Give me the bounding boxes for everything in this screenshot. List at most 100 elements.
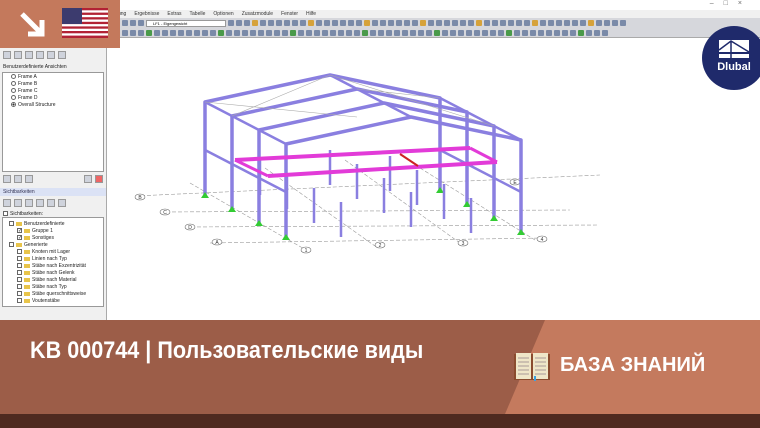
checkbox[interactable] [17,298,22,303]
toolbar-icon[interactable] [354,30,360,36]
toolbar-icon[interactable] [538,30,544,36]
toolbar-icon[interactable] [372,20,378,26]
tool-icon[interactable] [47,51,55,59]
toolbar-icon[interactable] [138,20,144,26]
toolbar-icon[interactable] [546,30,552,36]
tree-item[interactable]: Linien nach Typ [3,255,103,262]
radio-button[interactable] [11,74,16,79]
view-icon[interactable] [25,175,33,183]
loadcase-select[interactable]: LF1 - Eigengewicht [146,19,226,27]
tree-item[interactable]: Stäbe nach Exzentrizität [3,262,103,269]
toolbar-icon[interactable] [228,20,234,26]
add-view-icon[interactable] [3,175,11,183]
toolbar-icon[interactable] [324,20,330,26]
view-option[interactable]: Frame C [3,87,103,94]
toolbar-icon[interactable] [274,30,280,36]
menu-item[interactable]: Extras [167,11,181,17]
toolbar-icon[interactable] [492,20,498,26]
toolbar-icon[interactable] [394,30,400,36]
toolbar-icon[interactable] [314,30,320,36]
toolbar-icon[interactable] [460,20,466,26]
tool-icon[interactable] [25,51,33,59]
toolbar-icon[interactable] [588,20,594,26]
menu-item[interactable]: Hilfe [306,11,316,17]
window-controls[interactable]: –□× [710,0,752,7]
toolbar-icon[interactable] [322,30,328,36]
toolbar-icon[interactable] [490,30,496,36]
toolbar-icon[interactable] [242,30,248,36]
tree-item[interactable]: Stäbe querschnittsweise [3,290,103,297]
toolbar-icon[interactable] [572,20,578,26]
toolbar-icon[interactable] [356,20,362,26]
tool-icon[interactable] [25,199,33,207]
radio-button[interactable] [11,102,16,107]
toolbar-icon[interactable] [604,20,610,26]
toolbar-icon[interactable] [338,30,344,36]
tool-icon[interactable] [36,51,44,59]
tree-item[interactable]: Benutzerdefinierte [3,220,103,227]
toolbar-icon[interactable] [514,30,520,36]
toolbar-icon[interactable] [292,20,298,26]
toolbar-icon[interactable] [202,30,208,36]
toolbar-icon[interactable] [130,30,136,36]
toolbar-icon[interactable] [506,30,512,36]
toolbar-icon[interactable] [346,30,352,36]
us-flag-icon[interactable] [62,8,108,38]
toolbar-icon[interactable] [530,30,536,36]
menu-item[interactable]: Zusatzmodule [242,11,273,17]
toolbar-icon[interactable] [364,20,370,26]
tree-item[interactable]: Stäbe nach Typ [3,283,103,290]
toolbar-icon[interactable] [586,30,592,36]
checkbox[interactable] [9,242,14,247]
toolbar-icon[interactable] [290,30,296,36]
tree-item[interactable]: Knoten mit Lager [3,248,103,255]
visibility-checkbox[interactable]: Sichtbarkeiten: [0,210,106,217]
toolbar-icon[interactable] [236,20,242,26]
toolbar-icon[interactable] [580,20,586,26]
toolbar-icon[interactable] [298,30,304,36]
tree-item[interactable]: ✓ Sonstiges [3,234,103,241]
structure-model[interactable]: ABCDE12 34 [107,38,760,320]
toolbar-icon[interactable] [578,30,584,36]
toolbar-icon[interactable] [332,20,338,26]
minimize-button[interactable]: – [710,0,724,7]
radio-button[interactable] [11,95,16,100]
toolbar-icon[interactable] [306,30,312,36]
toolbar-icon[interactable] [442,30,448,36]
toolbar-icon[interactable] [122,20,128,26]
tool-icon[interactable] [14,51,22,59]
tool-icon[interactable] [36,199,44,207]
toolbar-icon[interactable] [420,20,426,26]
toolbar-icon[interactable] [396,20,402,26]
tree-item[interactable]: ✓ Gruppe 1 [3,227,103,234]
toolbar-icon[interactable] [556,20,562,26]
toolbar-icon[interactable] [508,20,514,26]
toolbar-icon[interactable] [540,20,546,26]
toolbar-icon[interactable] [468,20,474,26]
tool-icon[interactable] [3,199,11,207]
toolbar-icon[interactable] [260,20,266,26]
checkbox[interactable] [9,221,14,226]
toolbar-icon[interactable] [516,20,522,26]
toolbar-icon[interactable] [548,20,554,26]
toolbar-icon[interactable] [444,20,450,26]
toolbar-icon[interactable] [500,20,506,26]
radio-button[interactable] [11,88,16,93]
toolbar-icon[interactable] [474,30,480,36]
checkbox[interactable]: ✓ [17,235,22,241]
checkbox[interactable] [17,277,22,282]
toolbar-icon[interactable] [410,30,416,36]
toolbar-icon[interactable] [138,30,144,36]
toolbar-icon[interactable] [594,30,600,36]
toolbar-icon[interactable] [402,30,408,36]
toolbar-icon[interactable] [348,20,354,26]
tool-icon[interactable] [14,199,22,207]
toolbar-icon[interactable] [484,20,490,26]
toolbar-icon[interactable] [620,20,626,26]
toolbar-icon[interactable] [276,20,282,26]
menu-item[interactable]: Fenster [281,11,298,17]
toolbar-icon[interactable] [258,30,264,36]
toolbar-icon[interactable] [226,30,232,36]
toolbar-icon[interactable] [380,20,386,26]
toolbar-icon[interactable] [300,20,306,26]
